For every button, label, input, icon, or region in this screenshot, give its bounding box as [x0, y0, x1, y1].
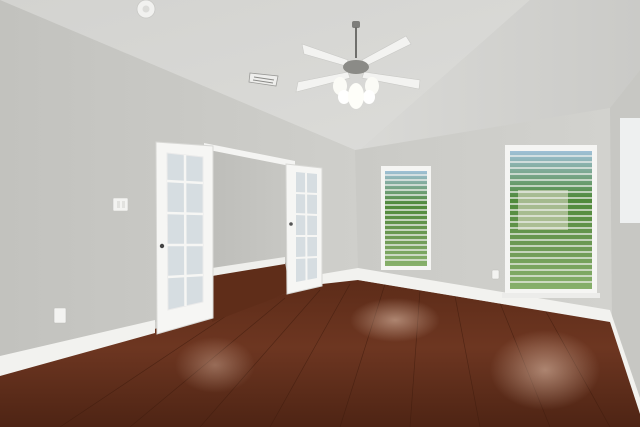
floor-reflection-center	[350, 298, 440, 342]
room-illustration	[0, 0, 640, 427]
floor-reflection-door	[175, 337, 255, 393]
light-switch[interactable]	[112, 197, 129, 212]
wall-outlet-back	[491, 269, 500, 280]
floor-reflection-window	[490, 330, 600, 410]
room-photo	[0, 0, 640, 427]
french-door-left[interactable]	[155, 141, 214, 335]
french-door-right[interactable]	[285, 163, 323, 295]
smoke-detector-icon	[136, 0, 156, 19]
door-handle-icon[interactable]	[159, 243, 165, 249]
wall-outlet-left	[53, 307, 67, 324]
window-small	[381, 166, 431, 270]
right-window-sliver	[620, 118, 640, 223]
door-handle-right-icon[interactable]	[289, 222, 293, 226]
window-large	[502, 145, 600, 298]
